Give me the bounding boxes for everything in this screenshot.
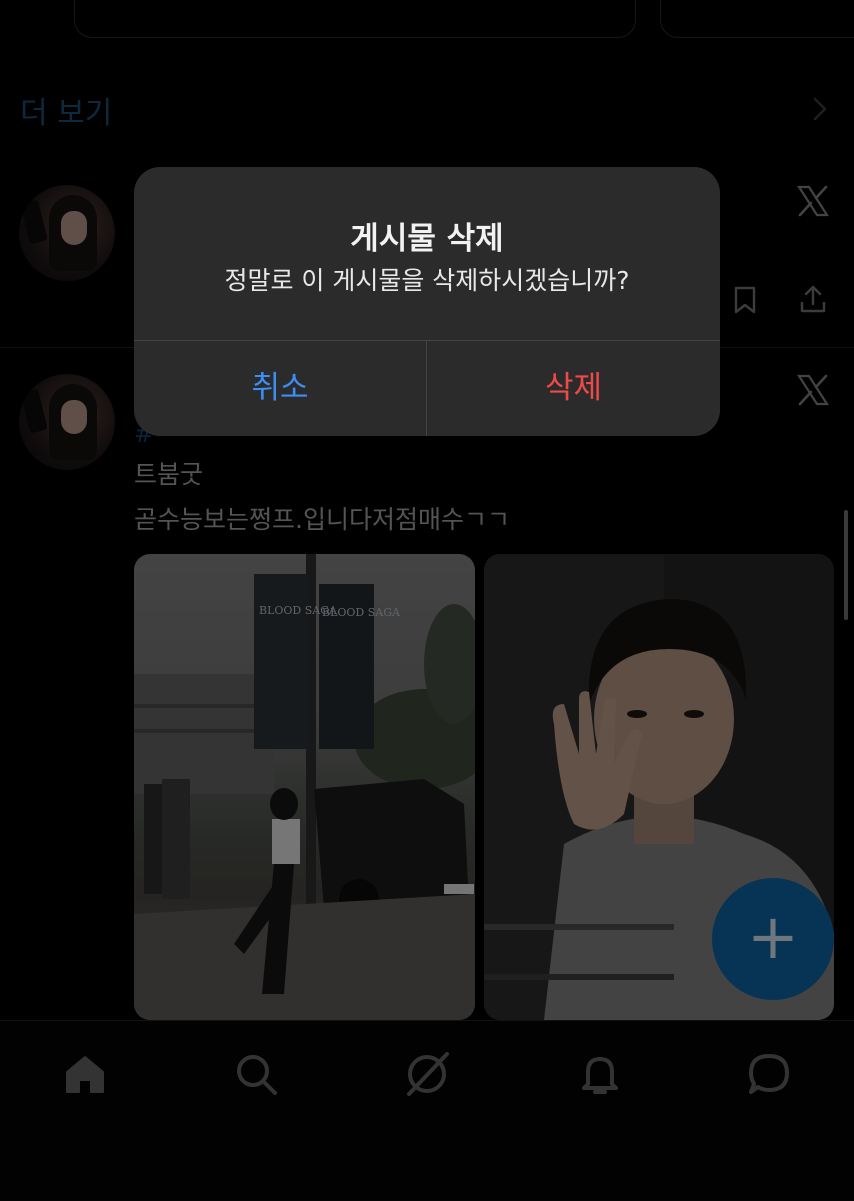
alert-title: 게시물 삭제 (350, 221, 504, 257)
alert-message: 정말로 이 게시물을 삭제하시겠습니까? (224, 266, 630, 295)
delete-post-alert: 게시물 삭제 정말로 이 게시물을 삭제하시겠습니까? 취소 삭제 (134, 167, 720, 436)
cancel-button[interactable]: 취소 (134, 340, 426, 436)
delete-button[interactable]: 삭제 (427, 340, 720, 436)
